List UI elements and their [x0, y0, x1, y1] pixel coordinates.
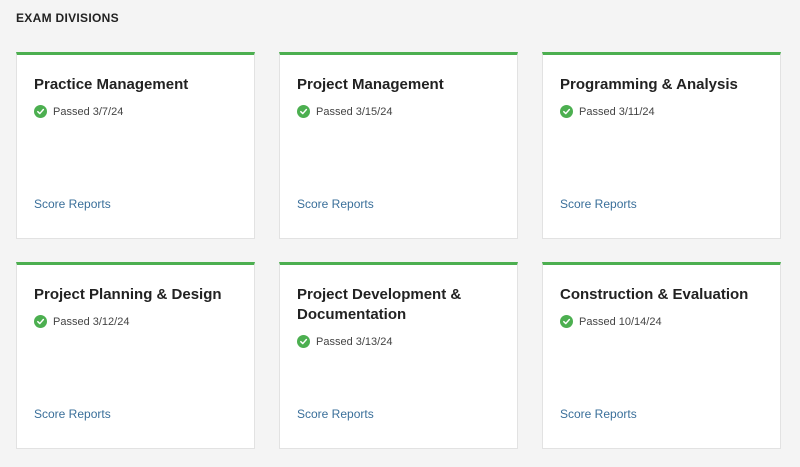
score-reports-link[interactable]: Score Reports — [297, 407, 374, 421]
exam-card-construction-evaluation: Construction & Evaluation Passed 10/14/2… — [542, 262, 781, 449]
status-row: Passed 3/12/24 — [34, 315, 129, 328]
status-row: Passed 3/7/24 — [34, 105, 123, 118]
score-reports-link[interactable]: Score Reports — [34, 407, 111, 421]
status-row: Passed 3/13/24 — [297, 335, 392, 348]
check-circle-icon — [34, 105, 47, 118]
check-circle-icon — [560, 105, 573, 118]
card-title: Programming & Analysis — [560, 76, 738, 93]
status-row: Passed 10/14/24 — [560, 315, 662, 328]
exam-divisions-grid: Practice Management Passed 3/7/24 Score … — [16, 52, 781, 449]
status-text: Passed 3/11/24 — [579, 105, 655, 118]
score-reports-link[interactable]: Score Reports — [34, 197, 111, 211]
card-title: Project Development & Documentation — [297, 286, 462, 323]
section-title: EXAM DIVISIONS — [16, 11, 119, 25]
status-row: Passed 3/15/24 — [297, 105, 392, 118]
card-title: Project Management — [297, 76, 444, 93]
score-reports-link[interactable]: Score Reports — [560, 407, 637, 421]
exam-card-project-management: Project Management Passed 3/15/24 Score … — [279, 52, 518, 239]
exam-card-programming-analysis: Programming & Analysis Passed 3/11/24 Sc… — [542, 52, 781, 239]
status-row: Passed 3/11/24 — [560, 105, 655, 118]
score-reports-link[interactable]: Score Reports — [297, 197, 374, 211]
exam-card-project-development-documentation: Project Development & Documentation Pass… — [279, 262, 518, 449]
card-title: Project Planning & Design — [34, 286, 222, 303]
check-circle-icon — [34, 315, 47, 328]
check-circle-icon — [297, 335, 310, 348]
status-text: Passed 3/15/24 — [316, 105, 393, 118]
status-text: Passed 10/14/24 — [579, 315, 662, 328]
card-title: Construction & Evaluation — [560, 286, 749, 303]
status-text: Passed 3/12/24 — [53, 315, 130, 328]
check-circle-icon — [297, 105, 310, 118]
check-circle-icon — [560, 315, 573, 328]
status-text: Passed 3/13/24 — [316, 335, 393, 348]
score-reports-link[interactable]: Score Reports — [560, 197, 637, 211]
card-title: Practice Management — [34, 76, 189, 93]
exam-card-practice-management: Practice Management Passed 3/7/24 Score … — [16, 52, 255, 239]
status-text: Passed 3/7/24 — [53, 105, 124, 118]
exam-card-project-planning-design: Project Planning & Design Passed 3/12/24… — [16, 262, 255, 449]
